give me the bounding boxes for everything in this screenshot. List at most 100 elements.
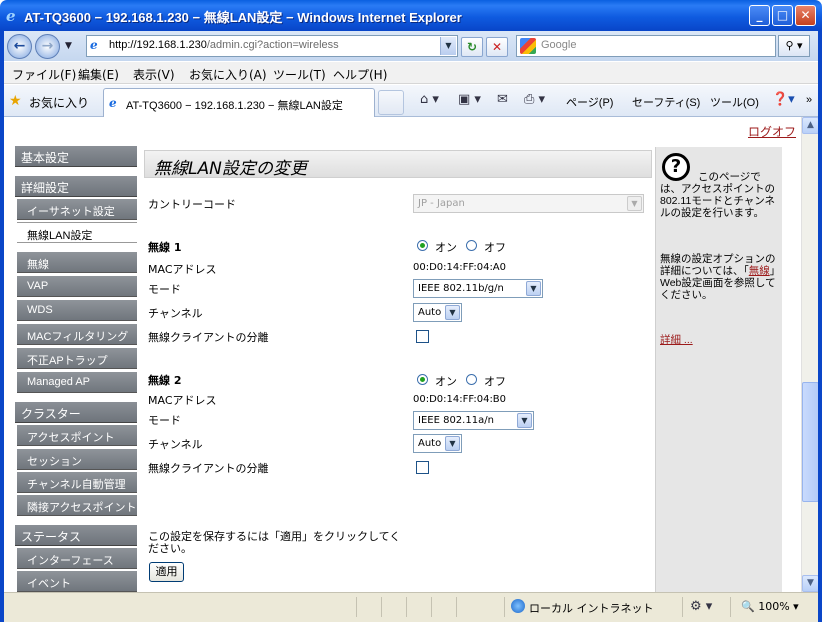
tab-title: AT-TQ3600 − 192.168.1.230 − 無線LAN設定 — [126, 100, 343, 112]
country-code-select: JP - Japan ▼ — [413, 194, 644, 213]
protected-mode-icon[interactable]: ⚙ ▾ — [690, 599, 712, 614]
forward-button[interactable]: → — [35, 34, 60, 59]
menu-file[interactable]: ファイル(F) — [12, 66, 76, 83]
nav-wds[interactable]: WDS — [17, 300, 137, 321]
tools-menu[interactable]: ツール(O) — [710, 94, 759, 110]
status-bar: ローカル イントラネット ⚙ ▾ 🔍 100% ▾ — [0, 592, 822, 622]
stop-icon[interactable]: ✕ — [486, 37, 508, 57]
more-details-link[interactable]: 詳細 ... — [660, 334, 780, 346]
feeds-icon[interactable]: ▣ ▾ — [458, 92, 481, 107]
favorites-button[interactable]: お気に入り — [29, 94, 89, 111]
logout-link[interactable]: ログオフ — [748, 123, 796, 140]
nav-event[interactable]: イベント — [17, 571, 137, 592]
apply-button[interactable]: 適用 — [149, 562, 184, 582]
nav-ethernet[interactable]: イーサネット設定 — [17, 199, 137, 220]
nav-channel-management[interactable]: チャンネル自動管理 — [17, 472, 137, 493]
scroll-thumb[interactable] — [802, 382, 819, 502]
nav-interface[interactable]: インターフェース — [17, 548, 137, 569]
radio1-channel-label: チャンネル — [148, 307, 203, 320]
address-dropdown-icon[interactable]: ▼ — [440, 37, 456, 55]
nav-session[interactable]: セッション — [17, 449, 137, 470]
radio1-on-label: オン — [435, 241, 457, 254]
radio2-mode-select[interactable]: IEEE 802.11a/n ▼ — [413, 411, 534, 430]
page-title: 無線LAN設定の変更 — [144, 150, 652, 179]
radio1-mode-select[interactable]: IEEE 802.11b/g/n ▼ — [413, 279, 543, 298]
radio2-off-radio[interactable] — [466, 374, 477, 385]
radio2-on-label: オン — [435, 375, 457, 388]
back-button[interactable]: ← — [7, 34, 32, 59]
google-icon — [520, 38, 536, 54]
nav-radio[interactable]: 無線 — [17, 252, 137, 273]
nav-basic-settings[interactable]: 基本設定 — [15, 146, 137, 167]
menu-favorites[interactable]: お気に入り(A) — [189, 66, 267, 83]
radio2-mac-label: MACアドレス — [148, 394, 217, 407]
radio1-channel-select[interactable]: Auto ▼ — [413, 303, 462, 322]
zoom-level[interactable]: 🔍 100% ▾ — [741, 600, 799, 613]
nav-managed-ap[interactable]: Managed AP — [17, 372, 137, 393]
window-title: AT-TQ3600 − 192.168.1.230 − 無線LAN設定 − Wi… — [24, 10, 462, 25]
save-note: この設定を保存するには「適用」をクリックしてください。 — [148, 530, 401, 555]
vertical-scrollbar[interactable]: ▲ ▼ — [801, 117, 819, 592]
close-button[interactable]: ✕ — [795, 5, 816, 26]
menu-tools[interactable]: ツール(T) — [273, 66, 326, 83]
radio2-channel-select[interactable]: Auto ▼ — [413, 434, 462, 453]
maximize-button[interactable]: □ — [772, 5, 793, 26]
home-icon[interactable]: ⌂ ▾ — [420, 92, 439, 107]
menu-bar: ファイル(F) 編集(E) 表示(V) お気に入り(A) ツール(T) ヘルプ(… — [0, 62, 822, 84]
address-url[interactable]: http://192.168.1.230/admin.cgi?action=wi… — [109, 39, 339, 51]
country-code-label: カントリーコード — [148, 198, 236, 211]
tab-current[interactable]: e AT-TQ3600 − 192.168.1.230 − 無線LAN設定 — [103, 88, 375, 117]
radio1-on-radio[interactable] — [417, 240, 428, 251]
page-menu[interactable]: ページ(P) — [566, 94, 613, 110]
radio1-isolation-checkbox[interactable] — [416, 330, 429, 343]
safety-menu[interactable]: セーフティ(S) — [632, 94, 700, 110]
radio1-mac-label: MACアドレス — [148, 263, 217, 276]
menu-edit[interactable]: 編集(E) — [78, 66, 119, 83]
refresh-icon[interactable]: ↻ — [461, 37, 483, 57]
radio2-on-radio[interactable] — [417, 374, 428, 385]
nav-cluster[interactable]: クラスター — [15, 402, 137, 423]
print-icon[interactable]: ⎙ ▾ — [524, 92, 545, 107]
nav-advanced-settings[interactable]: 詳細設定 — [15, 176, 137, 197]
radio2-mode-label: モード — [148, 414, 181, 427]
minimize-button[interactable]: _ — [749, 5, 770, 26]
nav-rogue-ap[interactable]: 不正APトラップ — [17, 348, 137, 369]
nav-mac-filtering[interactable]: MACフィルタリング — [17, 324, 137, 345]
radio-help-link[interactable]: 無線 — [749, 265, 770, 277]
radio2-channel-label: チャンネル — [148, 438, 203, 451]
window-border-right — [818, 31, 822, 622]
search-placeholder: Google — [541, 39, 577, 51]
radio2-heading: 無線 2 — [148, 374, 182, 387]
window-border-left — [0, 31, 4, 622]
chevron-more-icon[interactable]: » — [806, 94, 812, 106]
search-button[interactable]: ⚲ ▾ — [778, 35, 810, 57]
help-panel: ? このページでは、アクセスポイントの802.11モードとチャンネルの設定を行い… — [655, 147, 782, 592]
search-box[interactable]: Google — [516, 35, 776, 57]
title-bar: e AT-TQ3600 − 192.168.1.230 − 無線LAN設定 − … — [0, 0, 822, 31]
star-icon[interactable]: ★ — [9, 93, 22, 109]
address-row: ← → ▼ e http://192.168.1.230/admin.cgi?a… — [0, 31, 822, 61]
address-bar[interactable]: e http://192.168.1.230/admin.cgi?action=… — [86, 35, 458, 57]
menu-view[interactable]: 表示(V) — [133, 66, 175, 83]
radio2-isolation-checkbox[interactable] — [416, 461, 429, 474]
scroll-up-icon[interactable]: ▲ — [802, 117, 819, 134]
chevron-down-icon: ▼ — [445, 305, 460, 320]
nav-wireless-lan[interactable]: 無線LAN設定 — [17, 222, 137, 243]
ie-logo-icon: e — [6, 7, 16, 25]
nav-neighbor-ap[interactable]: 隣接アクセスポイント — [17, 495, 137, 516]
nav-access-point[interactable]: アクセスポイント — [17, 425, 137, 446]
nav-status[interactable]: ステータス — [15, 525, 137, 546]
radio2-mac-value: 00:D0:14:FF:04:B0 — [413, 394, 507, 405]
mail-icon[interactable]: ✉ — [497, 92, 508, 107]
radio1-mode-label: モード — [148, 283, 181, 296]
menu-help[interactable]: ヘルプ(H) — [333, 66, 387, 83]
radio1-isolation-label: 無線クライアントの分離 — [148, 331, 269, 344]
radio1-off-radio[interactable] — [466, 240, 477, 251]
security-zone[interactable]: ローカル イントラネット — [529, 600, 654, 616]
scroll-down-icon[interactable]: ▼ — [802, 575, 819, 592]
page-content: ログオフ 基本設定 詳細設定 イーサネット設定 無線LAN設定 無線 VAP W… — [4, 117, 801, 592]
nav-vap[interactable]: VAP — [17, 276, 137, 297]
help-icon[interactable]: ❓▾ — [772, 92, 795, 107]
history-dropdown-icon[interactable]: ▼ — [65, 41, 72, 51]
new-tab-button[interactable] — [378, 90, 404, 115]
